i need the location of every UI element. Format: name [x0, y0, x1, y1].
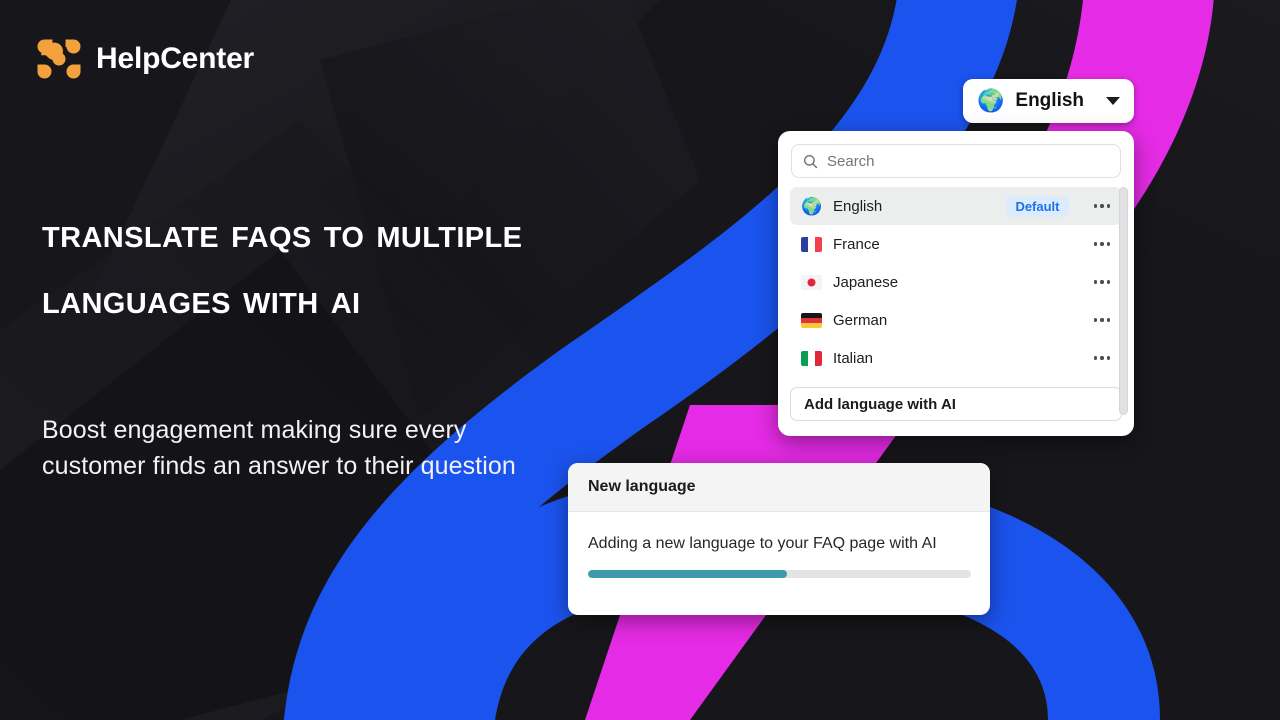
- more-options-icon[interactable]: [1092, 238, 1113, 250]
- list-item[interactable]: Japanese: [790, 263, 1122, 301]
- modal-title: New language: [588, 478, 696, 495]
- progress-bar: [588, 570, 971, 579]
- scrollbar-thumb[interactable]: [1119, 187, 1128, 415]
- language-list: 🌍 English Default France Japanese German…: [778, 187, 1134, 377]
- language-name: English: [833, 197, 883, 215]
- page-title: Translate FAQs to multiple languages wit…: [42, 209, 523, 322]
- more-options-icon[interactable]: [1092, 314, 1113, 326]
- list-item[interactable]: France: [790, 225, 1122, 263]
- search-input[interactable]: Search: [791, 144, 1121, 178]
- list-item[interactable]: German: [790, 301, 1122, 339]
- more-options-icon[interactable]: [1092, 276, 1113, 288]
- flag-germany-icon: [801, 312, 822, 328]
- language-name: Japanese: [833, 273, 899, 291]
- brand-logo[interactable]: HelpCenter: [36, 36, 254, 82]
- language-name: France: [833, 235, 880, 253]
- flag-japan-icon: [801, 274, 822, 290]
- modal-message: Adding a new language to your FAQ page w…: [588, 535, 937, 552]
- language-selector-label: English: [1015, 90, 1085, 111]
- modal-body: Adding a new language to your FAQ page w…: [568, 512, 990, 579]
- search-placeholder: Search: [827, 152, 875, 170]
- page-subtitle: Boost engagement making sure every custo…: [42, 416, 516, 480]
- add-language-row: Add language with AI: [778, 377, 1134, 433]
- list-item[interactable]: 🌍 English Default: [790, 187, 1122, 225]
- language-selector-button[interactable]: 🌍 English: [963, 79, 1134, 123]
- language-dropdown-panel: Search 🌍 English Default France Japanese…: [778, 131, 1134, 436]
- add-language-button[interactable]: Add language with AI: [790, 387, 1122, 421]
- more-options-icon[interactable]: [1092, 352, 1113, 364]
- status-badge: Default: [1006, 195, 1069, 217]
- helpcenter-petal-logo-icon: [37, 39, 81, 79]
- progress-bar-fill: [588, 570, 788, 579]
- list-item[interactable]: Italian: [790, 339, 1122, 377]
- chevron-down-icon[interactable]: [1106, 97, 1120, 105]
- search-row: Search: [778, 131, 1134, 187]
- dropdown-scrollbar[interactable]: [1119, 187, 1128, 429]
- globe-icon: 🌍: [977, 88, 1005, 113]
- globe-icon: 🌍: [801, 196, 823, 216]
- language-name: Italian: [833, 349, 874, 367]
- brand-name: HelpCenter: [96, 42, 255, 75]
- hero-banner: HelpCenter Translate FAQs to multiple la…: [0, 0, 1280, 720]
- new-language-modal: New language Adding a new language to yo…: [568, 463, 990, 615]
- language-name: German: [833, 311, 888, 329]
- flag-france-icon: [801, 236, 822, 252]
- more-options-icon[interactable]: [1092, 200, 1113, 212]
- modal-header: New language: [568, 463, 990, 512]
- search-icon: [803, 154, 818, 168]
- flag-italy-icon: [801, 350, 822, 366]
